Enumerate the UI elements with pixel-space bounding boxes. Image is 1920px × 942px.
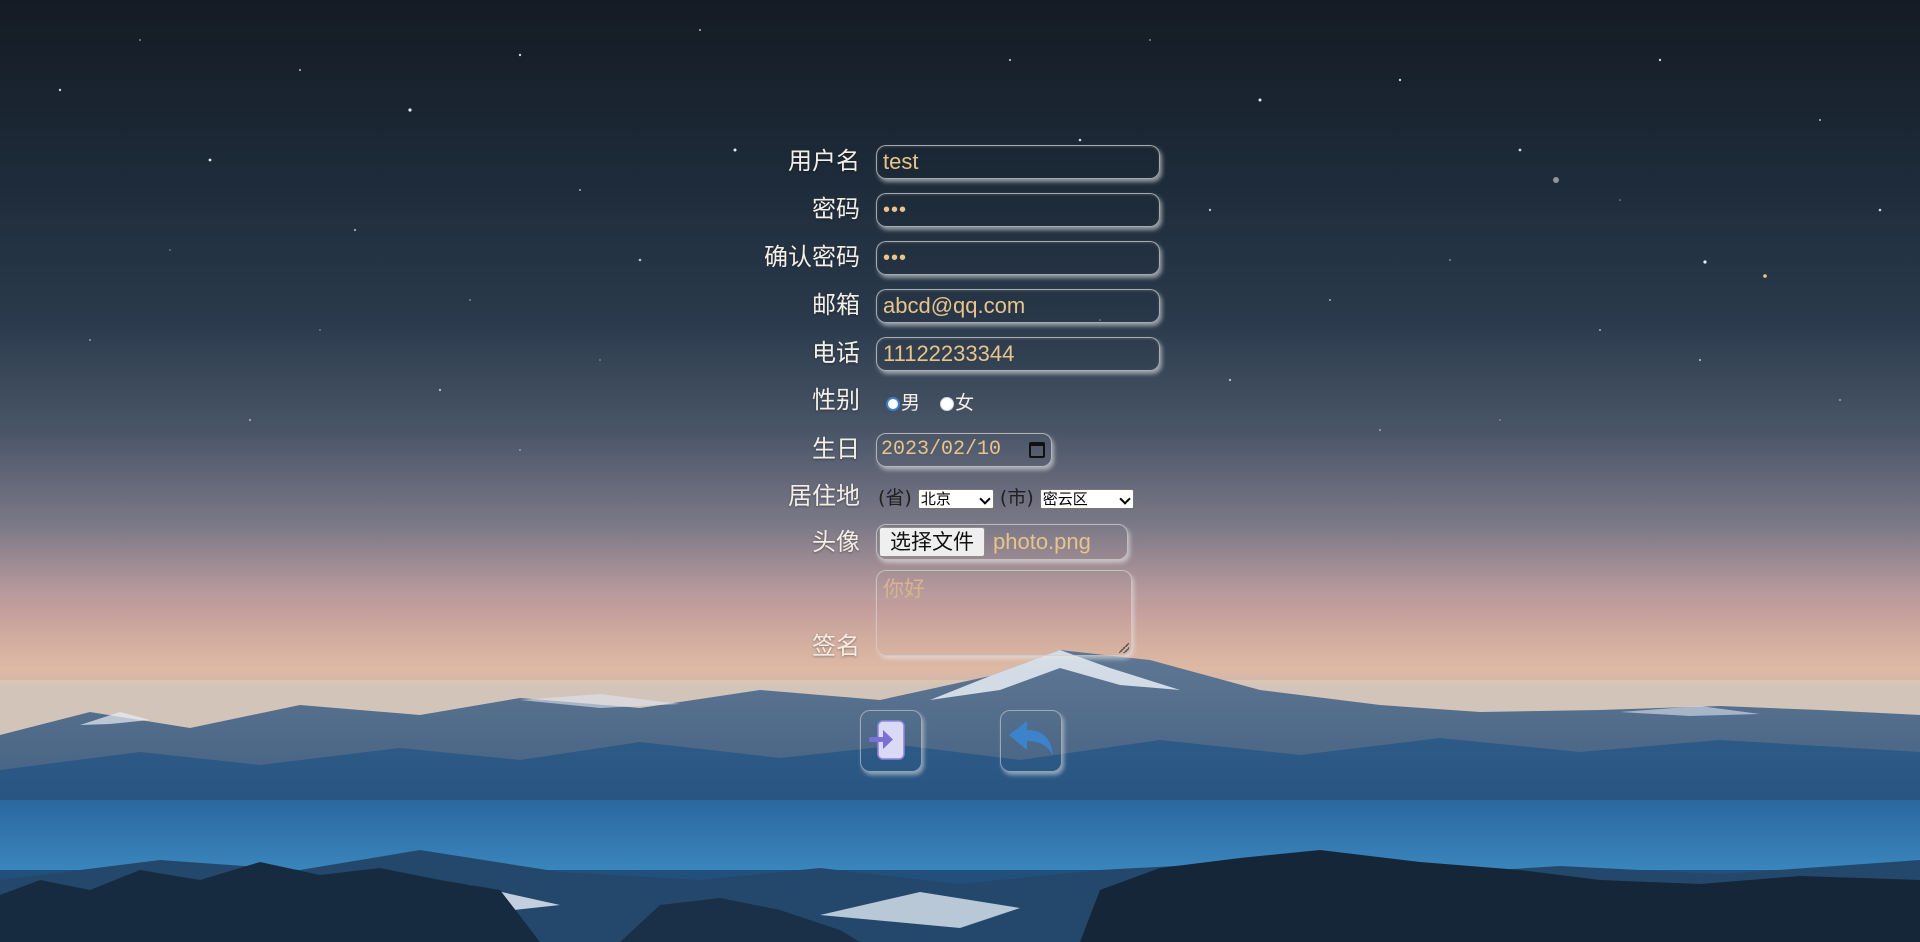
confirm-password-label: 确认密码 xyxy=(764,243,860,271)
gender-option-female-label: 女 xyxy=(955,392,975,414)
avatar-file-input[interactable]: 选择文件 photo.png xyxy=(876,524,1128,560)
gender-radio-female[interactable] xyxy=(940,396,955,411)
province-prefix: (省) xyxy=(878,487,912,509)
background-scene xyxy=(0,0,1920,942)
chevron-down-icon xyxy=(979,492,991,505)
resize-handle-icon[interactable] xyxy=(1119,643,1129,653)
signature-value: 你好 xyxy=(883,577,925,601)
province-select-value: 北京 xyxy=(920,489,951,508)
choose-file-button[interactable]: 选择文件 xyxy=(879,527,985,557)
birthday-value: 2023/02/10 xyxy=(881,438,1002,461)
residence-label: 居住地 xyxy=(788,482,860,510)
avatar-label: 头像 xyxy=(812,528,860,556)
email-input[interactable]: abcd@qq.com xyxy=(876,289,1160,323)
avatar-file-name: photo.png xyxy=(993,529,1091,554)
birthday-label: 生日 xyxy=(812,435,860,463)
birthday-date-input[interactable]: 2023/02/10 xyxy=(876,433,1052,467)
phone-input[interactable]: 11122233344 xyxy=(876,337,1160,371)
username-label: 用户名 xyxy=(788,147,860,175)
city-select[interactable]: 密云区 xyxy=(1039,488,1134,509)
phone-label: 电话 xyxy=(812,339,860,367)
calendar-icon[interactable] xyxy=(1029,442,1045,458)
submit-button[interactable] xyxy=(860,710,922,772)
signature-textarea[interactable]: 你好 xyxy=(876,570,1132,656)
password-input[interactable]: ••• xyxy=(876,193,1160,227)
residence-selects: (省) 北京 (市) 密云区 xyxy=(878,481,1134,515)
back-button[interactable] xyxy=(1000,710,1062,772)
city-select-value: 密云区 xyxy=(1042,489,1088,508)
city-prefix: (市) xyxy=(999,487,1034,509)
signature-label: 签名 xyxy=(812,632,860,660)
province-select[interactable]: 北京 xyxy=(917,488,994,509)
password-label: 密码 xyxy=(812,195,860,223)
login-arrow-icon xyxy=(869,720,905,760)
gender-options: 男 女 xyxy=(886,385,974,421)
mountain-landscape xyxy=(0,600,1920,942)
username-input[interactable]: test xyxy=(876,145,1160,179)
gender-label: 性别 xyxy=(812,386,860,414)
confirm-password-input[interactable]: ••• xyxy=(876,241,1160,275)
gender-option-male-label: 男 xyxy=(901,392,921,414)
chevron-down-icon xyxy=(1119,492,1131,505)
gender-radio-male[interactable] xyxy=(886,396,900,411)
email-label: 邮箱 xyxy=(812,291,860,319)
reply-arrow-icon xyxy=(1009,721,1053,755)
